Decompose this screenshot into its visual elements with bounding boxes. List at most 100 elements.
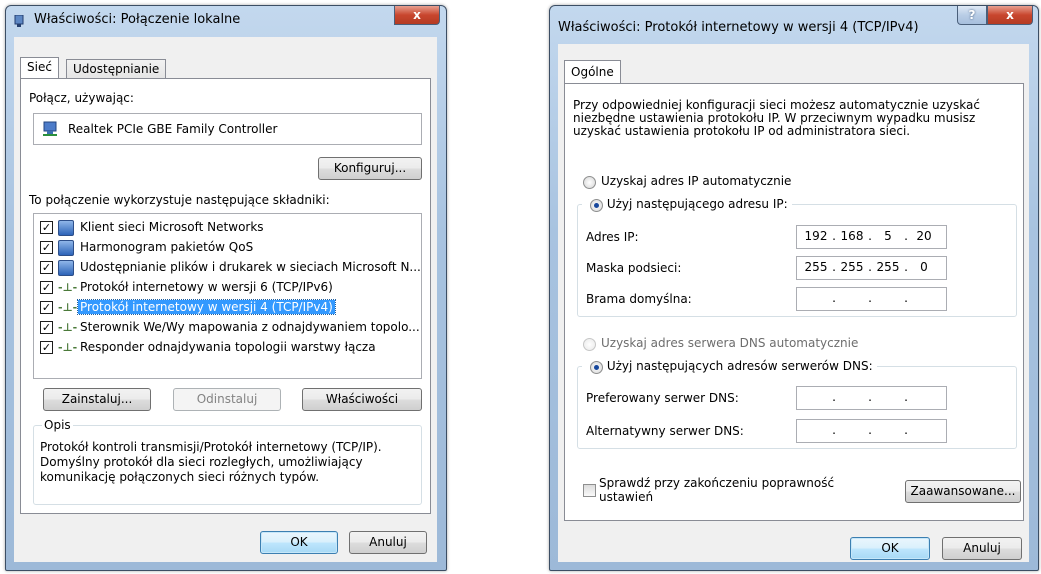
ip-auto-label[interactable]: Uzyskaj adres IP automatycznie bbox=[601, 174, 791, 188]
left-properties-window: Właściwości: Połączenie lokalne x Sieć U… bbox=[5, 5, 447, 571]
ip-settings-group: Użyj następującego adresu IP: Adres IP: … bbox=[577, 197, 1017, 317]
adapter-name: Realtek PCIe GBE Family Controller bbox=[68, 122, 278, 136]
preferred-dns-label: Preferowany serwer DNS: bbox=[586, 391, 739, 405]
ip-manual-option[interactable]: Użyj następującego adresu IP: bbox=[582, 197, 792, 213]
octet: 0 bbox=[920, 260, 928, 274]
gateway-label: Brama domyślna: bbox=[586, 292, 692, 306]
window-title: Właściwości: Protokół internetowy w wers… bbox=[558, 20, 919, 35]
description-line: komunikację połączonych sieci różnych ty… bbox=[40, 470, 320, 484]
ip-address-label: Adres IP: bbox=[586, 230, 639, 244]
network-tab-panel: Połącz, używając: Realtek PCIe GBE Famil… bbox=[20, 78, 431, 514]
dialog-client: Ogólne Przy odpowiedniej konfiguracji si… bbox=[558, 44, 1029, 562]
alternate-dns-label: Alternatywny serwer DNS: bbox=[586, 424, 744, 438]
subnet-label: Maska podsieci: bbox=[586, 261, 682, 275]
description-group: Opis Protokół kontroli transmisji/Protok… bbox=[33, 418, 422, 505]
component-checkbox[interactable]: ✓ bbox=[40, 221, 53, 234]
ip-auto-radio[interactable] bbox=[583, 176, 596, 189]
window-title: Właściwości: Połączenie lokalne bbox=[34, 12, 241, 27]
cancel-button[interactable]: Anuluj bbox=[942, 537, 1022, 560]
title-bar[interactable]: Właściwości: Połączenie lokalne x bbox=[6, 6, 446, 36]
ok-button[interactable]: OK bbox=[850, 537, 930, 560]
dns-settings-group: Użyj następujących adresów serwerów DNS:… bbox=[577, 359, 1017, 449]
octet-separator: . bbox=[868, 260, 872, 274]
component-checkbox[interactable]: ✓ bbox=[40, 341, 53, 354]
dialog-client: Sieć Udostępnianie Połącz, używając: Rea… bbox=[14, 37, 437, 562]
octet-separator: . bbox=[904, 291, 908, 305]
tab-network[interactable]: Sieć bbox=[20, 57, 59, 79]
validate-label-line2[interactable]: ustawień bbox=[599, 490, 653, 504]
octet-separator: . bbox=[868, 390, 872, 404]
validate-label-line1[interactable]: Sprawdź przy zakończeniu poprawność bbox=[599, 476, 834, 490]
protocol-icon: -⊥- bbox=[58, 281, 78, 294]
intro-line: uzyskać ustawienia protokołu IP od admin… bbox=[573, 124, 911, 138]
properties-button[interactable]: Właściwości bbox=[302, 388, 422, 411]
dns-auto-label: Uzyskaj adres serwera DNS automatycznie bbox=[601, 336, 859, 350]
dns-auto-radio bbox=[583, 338, 596, 351]
octet: 255 bbox=[804, 260, 828, 274]
tab-sharing[interactable]: Udostępnianie bbox=[66, 59, 167, 79]
octet-separator: . bbox=[904, 423, 908, 437]
components-list[interactable]: ✓ Klient sieci Microsoft Networks ✓ Harm… bbox=[33, 213, 422, 379]
uninstall-button: Odinstaluj bbox=[173, 388, 281, 411]
component-checkbox[interactable]: ✓ bbox=[40, 261, 53, 274]
component-label: Sterownik We/Wy mapowania z odnajdywanie… bbox=[80, 320, 420, 334]
protocol-icon: -⊥- bbox=[58, 301, 78, 314]
cancel-button[interactable]: Anuluj bbox=[349, 531, 427, 554]
component-label: Protokół internetowy w wersji 4 (TCP/IPv… bbox=[77, 299, 336, 315]
octet-separator: . bbox=[832, 390, 836, 404]
octet: 255 bbox=[876, 260, 900, 274]
description-line: Protokół kontroli transmisji/Protokół in… bbox=[40, 440, 382, 454]
ip-manual-label[interactable]: Użyj następującego adresu IP: bbox=[607, 197, 788, 211]
dns-manual-radio[interactable] bbox=[590, 361, 603, 374]
alternate-dns-field[interactable]: . . . bbox=[796, 419, 947, 443]
protocol-icon: -⊥- bbox=[58, 341, 78, 354]
network-adapter-icon bbox=[43, 121, 57, 136]
components-label: To połączenie wykorzystuje następujące s… bbox=[29, 193, 330, 207]
general-tab-panel: Przy odpowiedniej konfiguracji sieci moż… bbox=[564, 83, 1024, 521]
octet-separator: . bbox=[904, 229, 908, 243]
gateway-field[interactable]: . . . bbox=[796, 287, 947, 311]
network-service-icon bbox=[58, 260, 74, 276]
connect-using-label: Połącz, używając: bbox=[29, 91, 134, 105]
close-button[interactable]: x bbox=[394, 6, 440, 25]
adapter-box: Realtek PCIe GBE Family Controller bbox=[33, 113, 422, 145]
component-label: Responder odnajdywania topologii warstwy… bbox=[80, 340, 376, 354]
octet-separator: . bbox=[832, 423, 836, 437]
octet-separator: . bbox=[904, 390, 908, 404]
octet: 20 bbox=[916, 229, 932, 243]
octet-separator: . bbox=[868, 423, 872, 437]
advanced-button[interactable]: Zaawansowane... bbox=[905, 480, 1021, 503]
octet: 255 bbox=[840, 260, 864, 274]
close-button[interactable]: x bbox=[987, 6, 1033, 25]
subnet-mask-field[interactable]: 255. 255. 255. 0 bbox=[796, 256, 947, 280]
network-app-icon bbox=[14, 15, 24, 27]
component-checkbox[interactable]: ✓ bbox=[40, 321, 53, 334]
component-checkbox[interactable]: ✓ bbox=[40, 241, 53, 254]
configure-button[interactable]: Konfiguruj... bbox=[318, 157, 422, 180]
help-button[interactable]: ? bbox=[957, 6, 987, 25]
ip-address-field[interactable]: 192. 168. 5. 20 bbox=[796, 225, 947, 249]
component-checkbox[interactable]: ✓ bbox=[40, 281, 53, 294]
octet-separator: . bbox=[868, 291, 872, 305]
dns-manual-option[interactable]: Użyj następujących adresów serwerów DNS: bbox=[582, 359, 877, 375]
preferred-dns-field[interactable]: . . . bbox=[796, 386, 947, 410]
component-checkbox[interactable]: ✓ bbox=[40, 301, 53, 314]
octet: 192 bbox=[804, 229, 828, 243]
tab-general[interactable]: Ogólne bbox=[564, 60, 621, 84]
dns-manual-label[interactable]: Użyj następujących adresów serwerów DNS: bbox=[607, 359, 873, 373]
protocol-icon: -⊥- bbox=[58, 321, 78, 334]
component-label: Harmonogram pakietów QoS bbox=[80, 240, 254, 254]
component-label: Protokół internetowy w wersji 6 (TCP/IPv… bbox=[80, 280, 333, 294]
octet: 5 bbox=[884, 229, 892, 243]
octet-separator: . bbox=[868, 229, 872, 243]
octet-separator: . bbox=[832, 291, 836, 305]
ipv4-properties-window: Właściwości: Protokół internetowy w wers… bbox=[549, 5, 1039, 571]
intro-line: Przy odpowiedniej konfiguracji sieci moż… bbox=[573, 98, 980, 112]
install-button[interactable]: Zainstaluj... bbox=[43, 388, 151, 411]
title-bar[interactable]: Właściwości: Protokół internetowy w wers… bbox=[550, 6, 1038, 36]
ok-button[interactable]: OK bbox=[260, 531, 338, 554]
description-title: Opis bbox=[42, 418, 73, 432]
ip-manual-radio[interactable] bbox=[590, 199, 603, 212]
network-client-icon bbox=[58, 220, 74, 236]
validate-on-exit-checkbox[interactable] bbox=[583, 484, 596, 497]
